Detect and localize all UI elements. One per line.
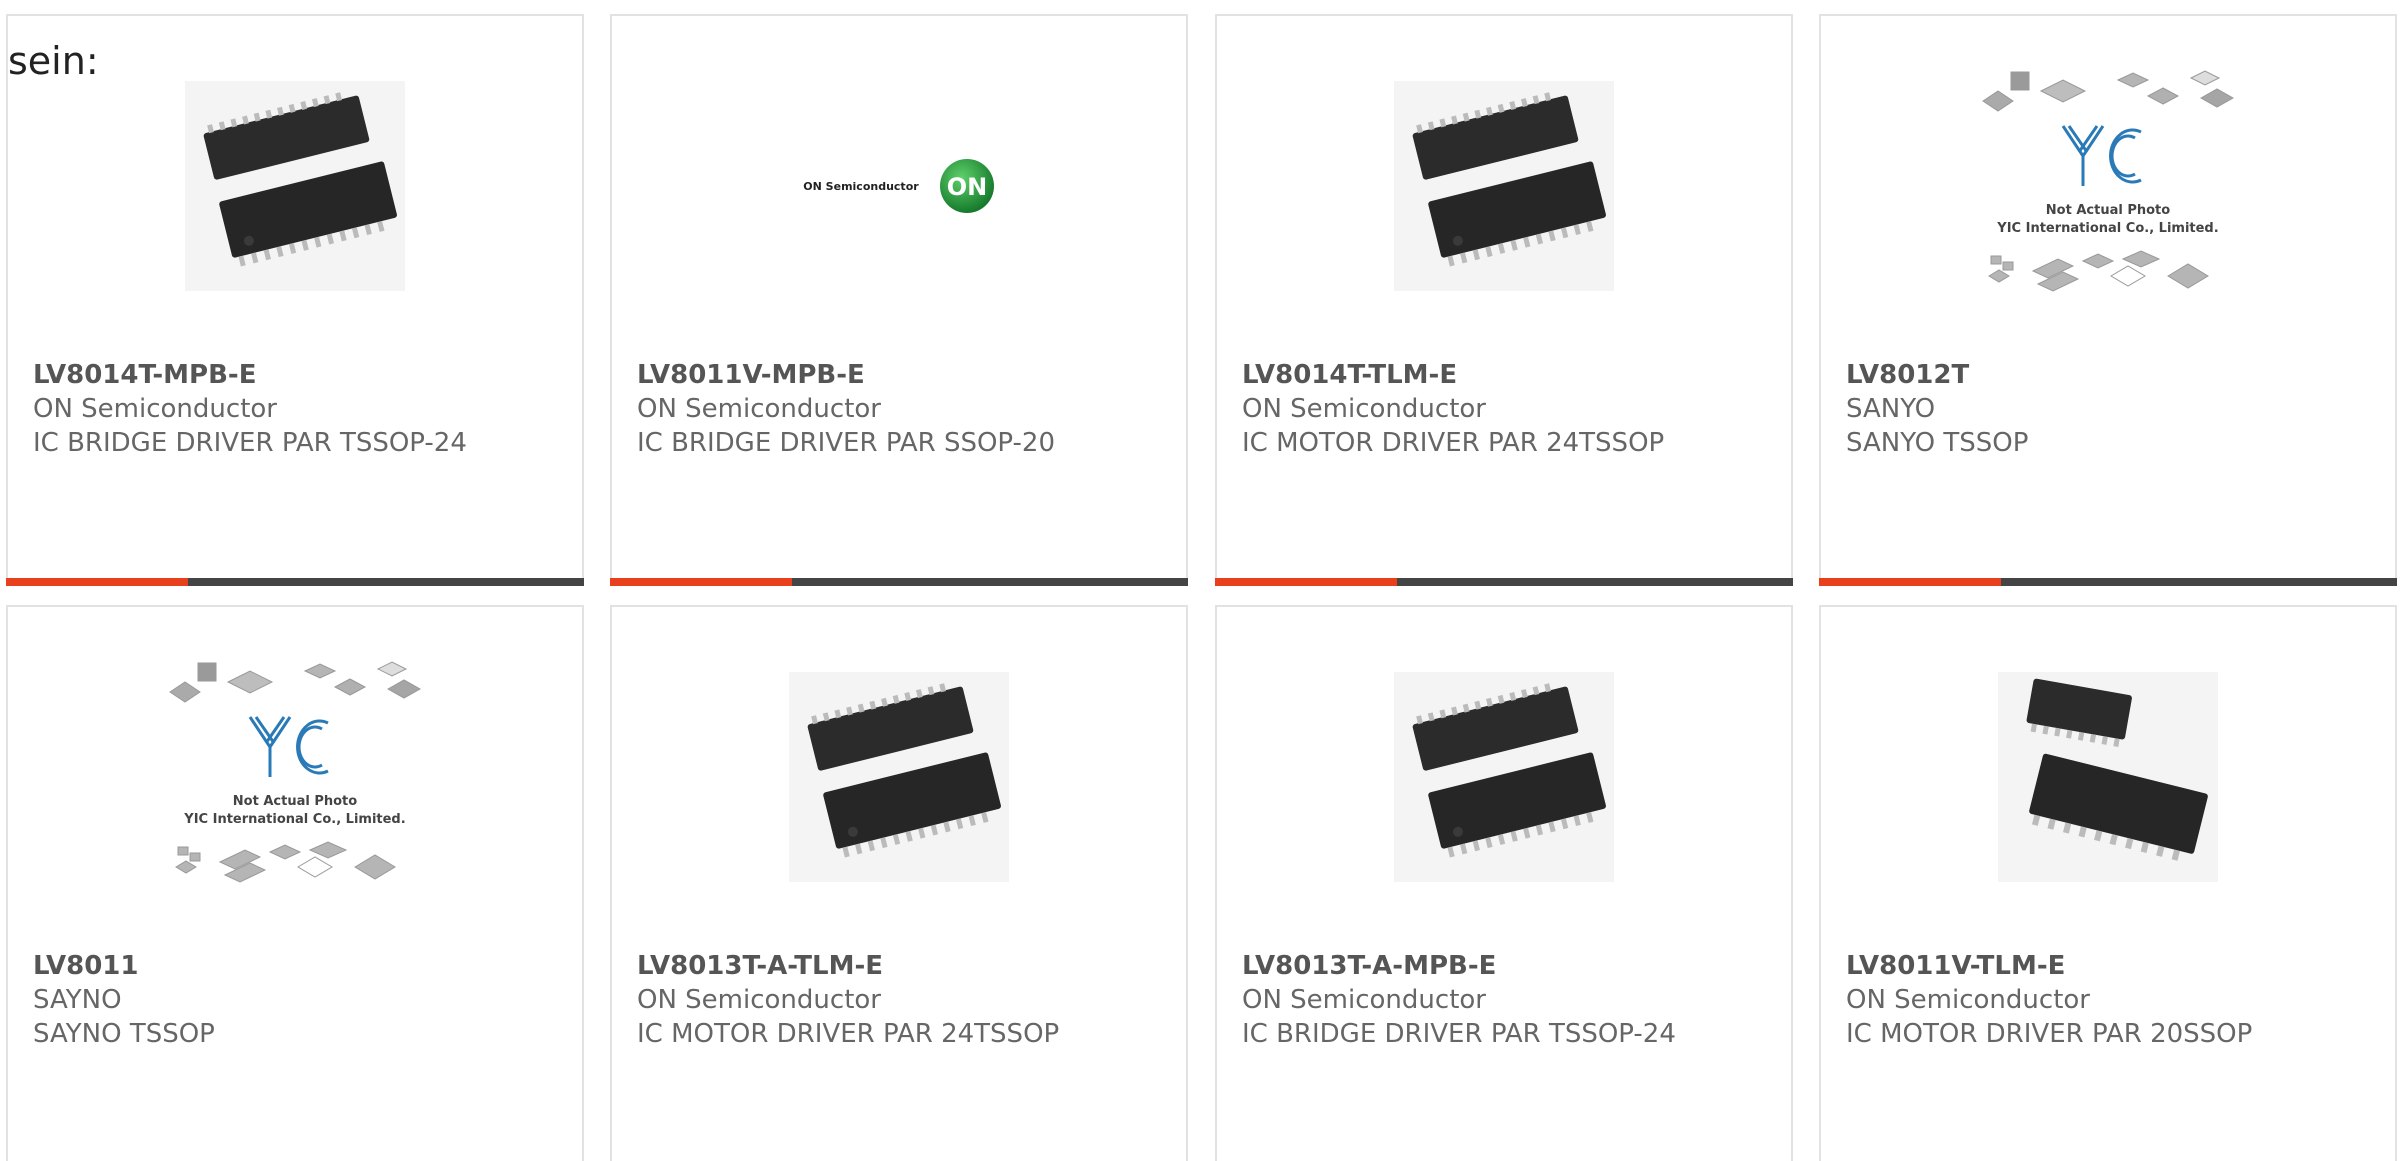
manufacturer: ON Semiconductor: [1242, 394, 1486, 424]
product-text: LV8011V-MPB-E ON Semiconductor IC BRIDGE D…: [637, 358, 1077, 460]
product-text: LV8013T-A-MPB-E ON Semiconductor IC BRIDGE…: [1242, 949, 1682, 1051]
product-text: LV8014T-MPB-E ON Semiconductor IC BRIDGE D…: [33, 358, 473, 460]
product-image[interactable]: Not Actual Photo YIC International Co., …: [8, 657, 582, 897]
product-card[interactable]: LV8014T-MPB-E ON Semiconductor IC BRIDGE D…: [6, 14, 584, 586]
part-number-link[interactable]: LV8011V-TLM-E: [1846, 949, 2286, 983]
product-text: LV8013T-A-TLM-E ON Semiconductor IC MOTOR …: [637, 949, 1077, 1051]
part-number-link[interactable]: LV8011V-MPB-E: [637, 358, 1077, 392]
product-card[interactable]: LV8013T-A-MPB-E ON Semiconductor IC BRIDGE…: [1215, 605, 1793, 1161]
product-card[interactable]: LV8011V-TLM-E ON Semiconductor IC MOTOR DR…: [1819, 605, 2397, 1161]
svg-text:YIC International Co., Limited: YIC International Co., Limited.: [183, 812, 405, 827]
part-number-link[interactable]: LV8014T-MPB-E: [33, 358, 473, 392]
on-semiconductor-logo: ON Semiconductor ON: [803, 158, 994, 214]
manufacturer: ON Semiconductor: [1242, 985, 1486, 1015]
part-number-link[interactable]: LV8013T-A-TLM-E: [637, 949, 1077, 983]
svg-text:Not Actual Photo: Not Actual Photo: [233, 794, 357, 809]
manufacturer: ON Semiconductor: [33, 394, 277, 424]
product-description: IC BRIDGE DRIVER PAR TSSOP-24: [1242, 1019, 1676, 1049]
product-description: SANYO TSSOP: [1846, 428, 2029, 458]
product-grid-page: sein: LV8014T-MPB-E ON Semiconductor IC BR…: [0, 0, 2400, 1161]
chip-image: [185, 81, 405, 291]
part-number-link[interactable]: LV8014T-TLM-E: [1242, 358, 1682, 392]
product-image[interactable]: [1217, 66, 1791, 306]
chip-image: [1394, 672, 1614, 882]
manufacturer: SANYO: [1846, 394, 1936, 424]
product-description: IC BRIDGE DRIVER PAR TSSOP-24: [33, 428, 467, 458]
on-logo-icon: ON: [939, 159, 994, 213]
product-description: SAYNO TSSOP: [33, 1019, 215, 1049]
chip-image: [1998, 672, 2218, 882]
product-text: LV8012T SANYO SANYO TSSOP: [1846, 358, 2286, 460]
card-bottom-bar: [6, 578, 584, 586]
card-accent-bar: [610, 578, 792, 586]
yic-placeholder-image: Not Actual Photo YIC International Co., …: [169, 661, 422, 883]
product-text: LV8011V-TLM-E ON Semiconductor IC MOTOR DR…: [1846, 949, 2286, 1051]
product-text: LV8011 SAYNO SAYNO TSSOP: [33, 949, 473, 1051]
svg-text:ON: ON: [946, 173, 987, 201]
product-image[interactable]: [612, 657, 1186, 897]
product-card[interactable]: Not Actual Photo YIC International Co., …: [1819, 14, 2397, 586]
card-accent-bar: [1215, 578, 1397, 586]
part-number-link[interactable]: LV8012T: [1846, 358, 2286, 392]
product-image[interactable]: [8, 66, 582, 306]
product-image[interactable]: [1821, 657, 2395, 897]
part-number-link[interactable]: LV8013T-A-MPB-E: [1242, 949, 1682, 983]
chip-image: [1394, 81, 1614, 291]
product-card[interactable]: ON Semiconductor ON LV8011V-MPB-E ON Semi…: [610, 14, 1188, 586]
manufacturer: ON Semiconductor: [1846, 985, 2090, 1015]
card-bottom-bar: [610, 578, 1188, 586]
product-image[interactable]: Not Actual Photo YIC International Co., …: [1821, 66, 2395, 306]
card-accent-bar: [6, 578, 188, 586]
part-number-link[interactable]: LV8011: [33, 949, 473, 983]
product-description: IC MOTOR DRIVER PAR 24TSSOP: [637, 1019, 1060, 1049]
product-card[interactable]: Not Actual Photo YIC International Co., …: [6, 605, 584, 1161]
yic-placeholder-image: Not Actual Photo YIC International Co., …: [1982, 70, 2235, 292]
manufacturer: ON Semiconductor: [637, 985, 881, 1015]
product-grid: LV8014T-MPB-E ON Semiconductor IC BRIDGE D…: [0, 0, 2400, 1161]
product-text: LV8014T-TLM-E ON Semiconductor IC MOTOR DR…: [1242, 358, 1682, 460]
product-card[interactable]: LV8013T-A-TLM-E ON Semiconductor IC MOTOR …: [610, 605, 1188, 1161]
product-description: IC MOTOR DRIVER PAR 24TSSOP: [1242, 428, 1665, 458]
chip-image: [789, 672, 1009, 882]
manufacturer: SAYNO: [33, 985, 122, 1015]
product-image[interactable]: ON Semiconductor ON: [612, 66, 1186, 306]
manufacturer: ON Semiconductor: [637, 394, 881, 424]
heading-fragment: sein:: [8, 39, 99, 83]
svg-text:YIC International Co., Limited: YIC International Co., Limited.: [1996, 221, 2218, 236]
svg-text:Not Actual Photo: Not Actual Photo: [2046, 203, 2170, 218]
product-image[interactable]: [1217, 657, 1791, 897]
card-bottom-bar: [1215, 578, 1793, 586]
product-card[interactable]: LV8014T-TLM-E ON Semiconductor IC MOTOR DR…: [1215, 14, 1793, 586]
product-description: IC BRIDGE DRIVER PAR SSOP-20: [637, 428, 1055, 458]
product-description: IC MOTOR DRIVER PAR 20SSOP: [1846, 1019, 2253, 1049]
card-bottom-bar: [1819, 578, 2397, 586]
card-accent-bar: [1819, 578, 2001, 586]
